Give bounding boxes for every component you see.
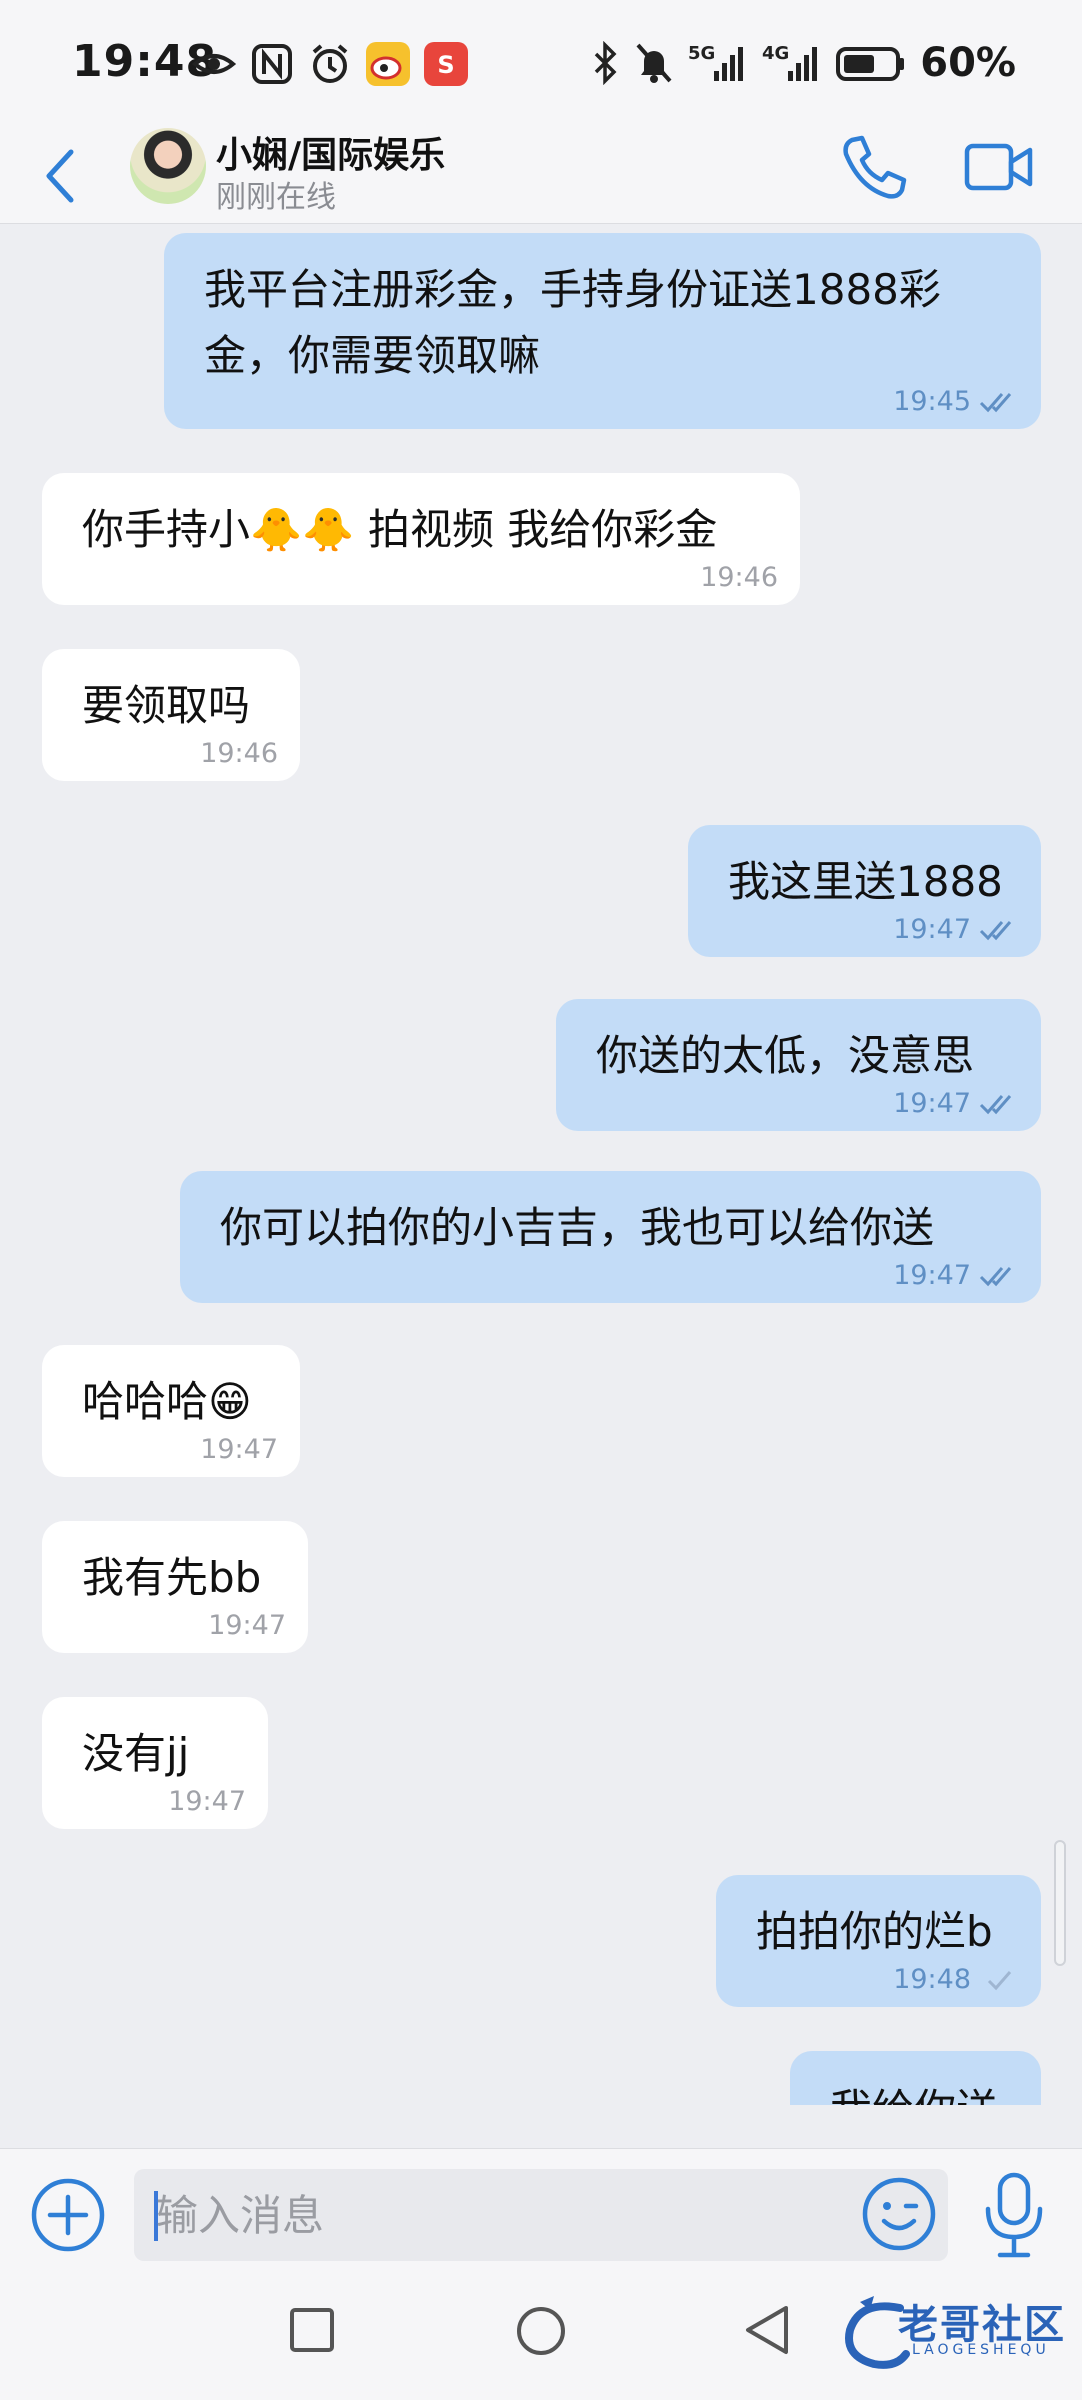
nfc-icon [252,44,292,84]
message-meta: 19:47 [200,1434,278,1465]
signal-4g-icon: 4G [762,43,818,81]
double-check-icon [979,1266,1012,1286]
message-time: 19:47 [208,1610,286,1641]
message-bubble-incoming[interactable]: 我有先bb 19:47 [42,1521,308,1653]
emoji-button[interactable] [860,2175,938,2253]
single-check-icon [987,1970,1012,1990]
chat-header: 小娴/国际娱乐 刚刚在线 [0,128,1082,224]
app-s-icon: S [424,42,468,86]
message-text: 没有jj [82,1729,190,1778]
circle-icon [517,2307,565,2355]
message-text: 哈哈哈😁 [82,1377,252,1426]
message-text: 我平台注册彩金，手持身份证送1888彩金，你需要领取嘛 [204,265,941,380]
alarm-icon [312,44,348,83]
message-time: 19:48 [893,1964,971,1995]
message-bubble-outgoing[interactable]: 你可以拍你的小吉吉，我也可以给你送 19:47 [180,1171,1041,1303]
message-input[interactable] [156,2169,856,2261]
message-meta: 19:46 [200,738,278,769]
plus-circle-icon [31,2178,105,2252]
message-text: 拍拍你的烂b [756,1907,993,1956]
contact-avatar[interactable] [130,128,206,204]
message-composer [0,2148,1082,2284]
message-bubble-incoming[interactable]: 没有jj 19:47 [42,1697,268,1829]
message-bubble-outgoing[interactable]: 你送的太低，没意思 19:47 [556,999,1041,1131]
system-navigation-bar: 老哥社区 LAOGESHEQU [0,2284,1082,2400]
message-time: 19:47 [893,1088,971,1119]
recent-apps-button[interactable] [288,2306,336,2354]
message-meta: 19:46 [700,562,778,593]
square-icon [290,2308,334,2352]
message-bubble-incoming[interactable]: 要领取吗 19:46 [42,649,300,781]
double-check-icon [979,920,1012,940]
message-bubble-outgoing[interactable]: 我这里送1888 19:47 [688,825,1041,957]
message-bubble-incoming[interactable]: 哈哈哈😁 19:47 [42,1345,300,1477]
eye-icon [192,54,236,74]
contact-status: 刚刚在线 [216,180,336,215]
message-bubble-outgoing[interactable]: 我给你送 [790,2051,1041,2105]
message-meta: 19:45 [893,386,1019,417]
message-time: 19:47 [893,1260,971,1291]
message-meta: 19:47 [893,1088,1019,1119]
attach-button[interactable] [30,2177,106,2253]
message-meta: 19:47 [208,1610,286,1641]
weibo-icon [366,42,410,86]
message-text: 我有先bb [82,1553,262,1602]
mute-icon [636,43,672,83]
system-back-button[interactable] [742,2302,792,2358]
contact-name[interactable]: 小娴/国际娱乐 [216,126,445,178]
message-bubble-outgoing[interactable]: 我平台注册彩金，手持身份证送1888彩金，你需要领取嘛 19:45 [164,233,1041,429]
status-bar: 19:48 S 5G 4G 60% [0,0,1082,128]
signal-5g-icon: 5G [688,43,744,81]
message-text: 你送的太低，没意思 [596,1031,975,1080]
battery-icon [836,47,905,81]
voice-call-button[interactable] [838,132,908,202]
back-button[interactable] [36,140,84,212]
message-input-container[interactable] [134,2169,948,2261]
message-bubble-incoming[interactable]: 你手持小🐥🐥 拍视频 我给你彩金 19:46 [42,473,800,605]
message-time: 19:47 [200,1434,278,1465]
message-time: 19:45 [893,386,971,417]
message-time: 19:47 [168,1786,246,1817]
video-call-button[interactable] [964,140,1034,196]
scrollbar-thumb[interactable] [1054,1840,1066,1966]
chevron-left-icon [46,149,74,203]
watermark-subtext: LAOGESHEQU [912,2342,1050,2358]
message-time: 19:46 [700,562,778,593]
phone-icon [843,135,907,199]
bluetooth-icon [595,41,617,85]
message-text: 我这里送1888 [728,857,1003,906]
microphone-icon [985,2172,1043,2258]
voice-input-button[interactable] [982,2171,1046,2259]
home-button[interactable] [514,2304,568,2358]
message-bubble-outgoing[interactable]: 拍拍你的烂b 19:48 [716,1875,1041,2007]
emoji-wink-icon [862,2177,936,2251]
message-text: 我给你送 [830,2077,1015,2105]
status-left-icons: S [192,42,468,86]
message-time: 19:47 [893,914,971,945]
chat-screen: 19:48 S 5G 4G 60% 小娴/国际娱乐 刚刚在线 我平台注册彩金，手… [0,0,1082,2400]
message-text: 你手持小🐥🐥 拍视频 我给你彩金 [82,505,718,554]
double-check-icon [979,1094,1012,1114]
battery-percent: 60% [920,40,1016,86]
message-time: 19:46 [200,738,278,769]
video-camera-icon [964,143,1033,191]
message-meta: 19:47 [893,1260,1019,1291]
svg-text:5G: 5G [688,43,715,64]
message-text: 要领取吗 [82,681,251,730]
status-right-icons: 5G 4G 60% [590,40,1016,86]
message-meta: 19:47 [893,914,1019,945]
message-meta: 19:47 [168,1786,246,1817]
double-check-icon [979,392,1012,412]
svg-text:4G: 4G [762,43,789,64]
message-meta: 19:48 [893,1964,1019,1995]
triangle-back-icon [746,2306,788,2354]
svg-text:S: S [437,51,454,79]
watermark-logo: 老哥社区 LAOGESHEQU [840,2290,1070,2380]
message-text: 你可以拍你的小吉吉，我也可以给你送 [220,1203,935,1252]
message-list[interactable]: 我平台注册彩金，手持身份证送1888彩金，你需要领取嘛 19:45 你手持小🐥🐥… [0,225,1082,2105]
